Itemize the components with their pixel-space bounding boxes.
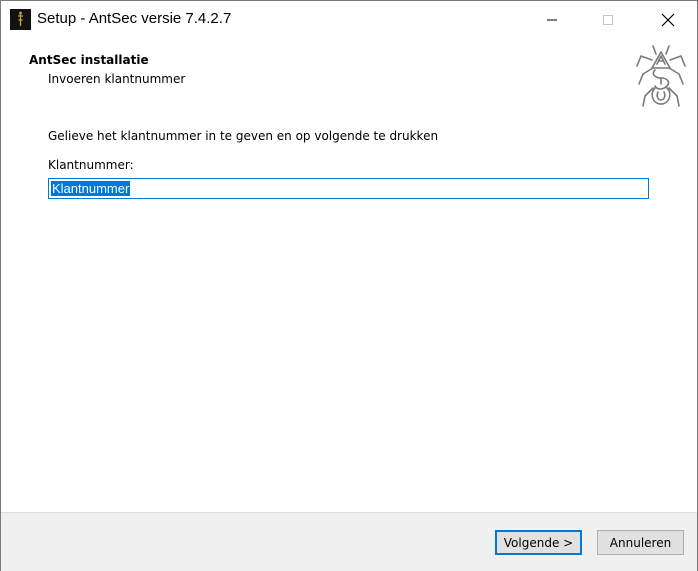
customer-number-input[interactable]: Klantnummer (48, 178, 649, 199)
wizard-header: AntSec installatie Invoeren klantnummer (1, 38, 697, 109)
maximize-icon (603, 14, 613, 25)
next-button[interactable]: Volgende > (495, 530, 582, 555)
app-icon (10, 9, 31, 30)
maximize-button[interactable] (585, 1, 631, 38)
page-title: AntSec installatie (29, 53, 149, 67)
wizard-footer: Volgende > Annuleren (1, 512, 697, 571)
next-button-label: Volgende > (503, 535, 574, 550)
antsec-logo-icon (631, 38, 691, 109)
page-subtitle: Invoeren klantnummer (48, 72, 186, 86)
close-button[interactable] (645, 1, 691, 38)
instruction-text: Gelieve het klantnummer in te geven en o… (48, 129, 439, 143)
minimize-icon (547, 19, 557, 20)
customer-number-value: Klantnummer (51, 181, 131, 196)
cancel-button[interactable]: Annuleren (597, 530, 684, 555)
close-icon (661, 13, 675, 26)
window-title: Setup - AntSec versie 7.4.2.7 (37, 10, 232, 27)
customer-number-label: Klantnummer: (48, 158, 134, 172)
setup-window: Setup - AntSec versie 7.4.2.7 AntSec ins… (0, 0, 698, 571)
minimize-button[interactable] (529, 1, 575, 38)
title-bar[interactable]: Setup - AntSec versie 7.4.2.7 (1, 1, 697, 38)
cancel-button-label: Annuleren (609, 535, 672, 550)
